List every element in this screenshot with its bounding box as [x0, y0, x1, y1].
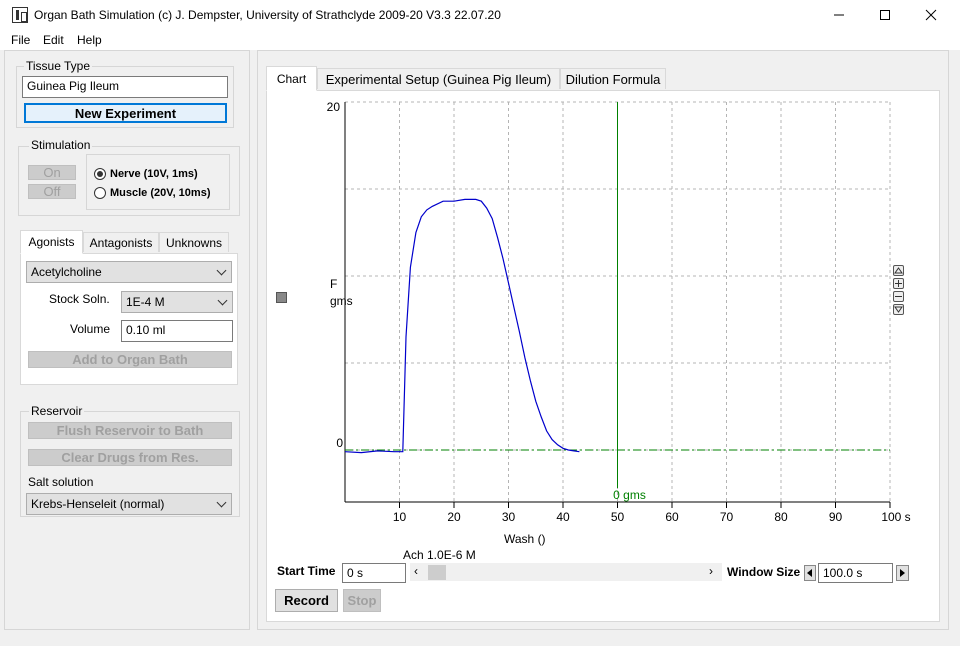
close-icon — [925, 9, 937, 21]
chevron-down-icon — [217, 295, 228, 306]
menu-file[interactable]: File — [11, 33, 30, 47]
agonist-select-value: Acetylcholine — [31, 265, 102, 279]
x-tick-label: 10 — [393, 510, 407, 524]
x-tick-label: 40 — [556, 510, 570, 524]
tissue-label: Tissue Type — [24, 59, 93, 73]
x-tick-label: 90 — [829, 510, 843, 524]
maximize-icon — [880, 10, 890, 20]
time-scrollbar[interactable] — [410, 563, 722, 581]
record-button[interactable]: Record — [275, 589, 338, 612]
stock-label: Stock Soln. — [49, 292, 110, 306]
y-min-label: 0 — [336, 436, 343, 450]
new-experiment-button[interactable]: New Experiment — [24, 103, 227, 123]
menu-edit[interactable]: Edit — [43, 33, 64, 47]
flush-reservoir-button[interactable]: Flush Reservoir to Bath — [28, 422, 232, 439]
nerve-label: Nerve (10V, 1ms) — [110, 168, 198, 180]
salt-label: Salt solution — [28, 475, 94, 489]
scale-down-button[interactable] — [893, 304, 904, 315]
start-time-label: Start Time — [277, 564, 336, 578]
tab-antagonists[interactable]: Antagonists — [83, 232, 159, 252]
chevron-down-icon — [216, 497, 227, 508]
scale-up-button[interactable] — [893, 265, 904, 276]
y-axis-label-top: F — [330, 277, 337, 291]
cursor-readout: 0 gms — [613, 488, 646, 502]
salt-select-value: Krebs-Henseleit (normal) — [31, 497, 165, 511]
tissue-field[interactable]: Guinea Pig Ileum — [22, 76, 228, 98]
menu-help[interactable]: Help — [77, 33, 102, 47]
stim-mode-group — [86, 154, 230, 210]
y-max-label: 20 — [327, 100, 341, 114]
minimize-button[interactable] — [816, 0, 862, 30]
x-tick-label: 30 — [502, 510, 516, 524]
trace-settings-button[interactable] — [276, 292, 287, 303]
stim-off-button[interactable]: Off — [28, 184, 76, 199]
app-icon — [12, 7, 28, 23]
x-tick-label: 80 — [774, 510, 788, 524]
add-to-bath-button[interactable]: Add to Organ Bath — [28, 351, 232, 368]
agonist-select[interactable]: Acetylcholine — [26, 261, 232, 283]
x-tick-label: 50 — [611, 510, 625, 524]
minimize-icon — [834, 14, 844, 16]
x-ticks: 10 20 30 40 50 60 70 80 90 100 s — [393, 502, 911, 524]
volume-field[interactable]: 0.10 ml — [121, 320, 233, 342]
x-tick-label: 60 — [665, 510, 679, 524]
stock-select[interactable]: 1E-4 M — [121, 291, 233, 313]
zoom-out-button[interactable] — [893, 291, 904, 302]
arrow-down-icon — [894, 306, 903, 313]
scroll-right-icon[interactable]: › — [709, 564, 713, 578]
maximize-button[interactable] — [862, 0, 908, 30]
window-increase-button[interactable] — [896, 565, 909, 581]
event-marker-label: Ach 1.0E-6 M — [403, 548, 476, 562]
arrow-left-icon — [807, 569, 812, 577]
tab-experimental-setup[interactable]: Experimental Setup (Guinea Pig Ileum) — [317, 68, 560, 89]
y-axis-label-bottom: gms — [330, 294, 353, 308]
menu-bar — [0, 30, 960, 50]
x-axis-label: Wash () — [504, 532, 546, 546]
tab-dilution-formula[interactable]: Dilution Formula — [560, 68, 666, 89]
minus-icon — [895, 296, 902, 297]
force-trace — [344, 198, 580, 454]
tab-agonists[interactable]: Agonists — [20, 230, 83, 254]
stock-select-value: 1E-4 M — [126, 295, 165, 309]
stim-on-button[interactable]: On — [28, 165, 76, 180]
x-tick-label: 20 — [447, 510, 461, 524]
arrow-up-icon — [894, 267, 903, 274]
tab-chart[interactable]: Chart — [266, 66, 317, 91]
window-size-label: Window Size — [727, 565, 801, 579]
stimulation-label: Stimulation — [29, 138, 93, 152]
window-decrease-button[interactable] — [804, 565, 816, 581]
salt-select[interactable]: Krebs-Henseleit (normal) — [26, 493, 232, 515]
stop-button[interactable]: Stop — [343, 589, 381, 612]
x-tick-label: 70 — [720, 510, 734, 524]
nerve-radio[interactable] — [94, 168, 106, 180]
x-tick-label: 100 s — [881, 510, 910, 524]
reservoir-label: Reservoir — [29, 404, 85, 418]
volume-label: Volume — [70, 322, 111, 336]
zoom-in-button[interactable] — [893, 278, 904, 289]
muscle-radio[interactable] — [94, 187, 106, 199]
start-time-field[interactable]: 0 s — [342, 563, 406, 583]
window-title: Organ Bath Simulation (c) J. Dempster, U… — [34, 8, 501, 22]
chevron-down-icon — [216, 265, 227, 276]
scrollbar-thumb[interactable] — [428, 565, 446, 580]
muscle-label: Muscle (20V, 10ms) — [110, 187, 211, 199]
force-chart: 10 20 30 40 50 60 70 80 90 100 s 20 0 F gms 0 gms… — [327, 100, 911, 546]
arrow-right-icon — [900, 569, 905, 577]
clear-drugs-button[interactable]: Clear Drugs from Res. — [28, 449, 232, 466]
close-button[interactable] — [908, 0, 954, 30]
window-size-field[interactable]: 100.0 s — [818, 563, 893, 583]
scroll-left-icon[interactable]: ‹ — [414, 564, 418, 578]
tab-unknowns[interactable]: Unknowns — [159, 232, 229, 252]
plus-icon — [895, 280, 902, 287]
